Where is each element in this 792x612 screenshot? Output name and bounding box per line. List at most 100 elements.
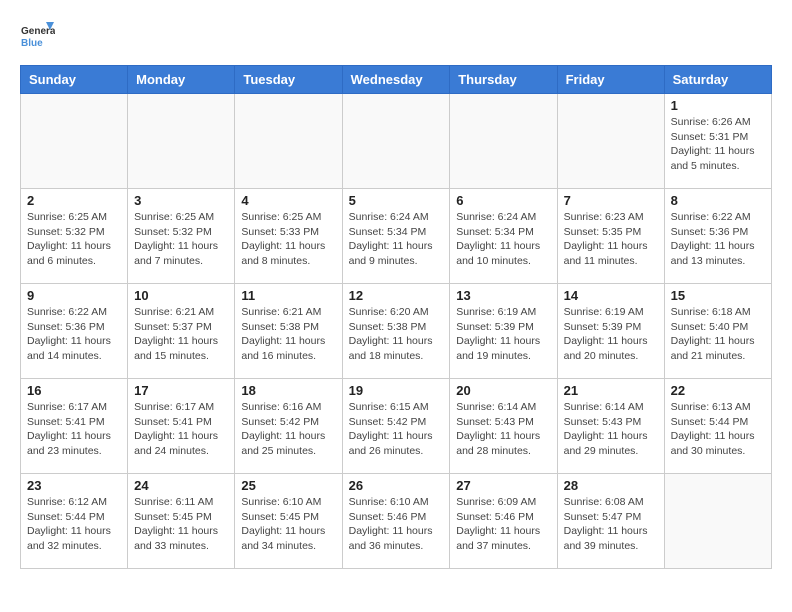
day-info: Sunrise: 6:25 AM Sunset: 5:32 PM Dayligh…	[27, 210, 121, 269]
day-info: Sunrise: 6:24 AM Sunset: 5:34 PM Dayligh…	[456, 210, 550, 269]
calendar-cell: 18Sunrise: 6:16 AM Sunset: 5:42 PM Dayli…	[235, 379, 342, 474]
day-number: 8	[671, 193, 765, 208]
day-info: Sunrise: 6:21 AM Sunset: 5:38 PM Dayligh…	[241, 305, 335, 364]
week-row-3: 9Sunrise: 6:22 AM Sunset: 5:36 PM Daylig…	[21, 284, 772, 379]
day-info: Sunrise: 6:22 AM Sunset: 5:36 PM Dayligh…	[27, 305, 121, 364]
week-row-1: 1 Sunrise: 6:26 AM Sunset: 5:31 PM Daylig…	[21, 94, 772, 189]
calendar-cell: 7 Sunrise: 6:23 AM Sunset: 5:35 PM Daylig…	[557, 189, 664, 284]
day-number: 25	[241, 478, 335, 493]
day-info: Sunrise: 6:10 AM Sunset: 5:45 PM Dayligh…	[241, 495, 335, 554]
day-info: Sunrise: 6:12 AM Sunset: 5:44 PM Dayligh…	[27, 495, 121, 554]
calendar-cell: 27Sunrise: 6:09 AM Sunset: 5:46 PM Dayli…	[450, 474, 557, 569]
day-info: Sunrise: 6:22 AM Sunset: 5:36 PM Dayligh…	[671, 210, 765, 269]
logo-svg: General Blue	[20, 20, 55, 55]
day-info: Sunrise: 6:23 AM Sunset: 5:35 PM Dayligh…	[564, 210, 658, 269]
day-number: 2	[27, 193, 121, 208]
day-info: Sunrise: 6:21 AM Sunset: 5:37 PM Dayligh…	[134, 305, 228, 364]
day-header-sunday: Sunday	[21, 66, 128, 94]
day-info: Sunrise: 6:13 AM Sunset: 5:44 PM Dayligh…	[671, 400, 765, 459]
day-info: Sunrise: 6:19 AM Sunset: 5:39 PM Dayligh…	[456, 305, 550, 364]
calendar-cell: 16 Sunrise: 6:17 AM Sunset: 5:41 PM Dayli…	[21, 379, 128, 474]
day-number: 12	[349, 288, 444, 303]
day-number: 17	[134, 383, 228, 398]
page-header: General Blue	[20, 20, 772, 55]
calendar-cell: 25 Sunrise: 6:10 AM Sunset: 5:45 PM Dayli…	[235, 474, 342, 569]
calendar-cell: 17 Sunrise: 6:17 AM Sunset: 5:41 PM Dayli…	[128, 379, 235, 474]
day-info: Sunrise: 6:24 AM Sunset: 5:34 PM Dayligh…	[349, 210, 444, 269]
day-number: 4	[241, 193, 335, 208]
calendar-cell: 2 Sunrise: 6:25 AM Sunset: 5:32 PM Daylig…	[21, 189, 128, 284]
week-row-4: 16 Sunrise: 6:17 AM Sunset: 5:41 PM Dayli…	[21, 379, 772, 474]
day-number: 1	[671, 98, 765, 113]
calendar-cell	[450, 94, 557, 189]
week-row-5: 23 Sunrise: 6:12 AM Sunset: 5:44 PM Dayli…	[21, 474, 772, 569]
day-number: 10	[134, 288, 228, 303]
day-number: 7	[564, 193, 658, 208]
calendar-header-row: SundayMondayTuesdayWednesdayThursdayFrid…	[21, 66, 772, 94]
day-info: Sunrise: 6:17 AM Sunset: 5:41 PM Dayligh…	[27, 400, 121, 459]
day-number: 28	[564, 478, 658, 493]
day-header-friday: Friday	[557, 66, 664, 94]
day-info: Sunrise: 6:18 AM Sunset: 5:40 PM Dayligh…	[671, 305, 765, 364]
day-header-tuesday: Tuesday	[235, 66, 342, 94]
day-number: 16	[27, 383, 121, 398]
day-number: 18	[241, 383, 335, 398]
day-info: Sunrise: 6:19 AM Sunset: 5:39 PM Dayligh…	[564, 305, 658, 364]
day-number: 19	[349, 383, 444, 398]
day-info: Sunrise: 6:17 AM Sunset: 5:41 PM Dayligh…	[134, 400, 228, 459]
calendar-cell: 13 Sunrise: 6:19 AM Sunset: 5:39 PM Dayli…	[450, 284, 557, 379]
calendar-cell: 26 Sunrise: 6:10 AM Sunset: 5:46 PM Dayli…	[342, 474, 450, 569]
day-info: Sunrise: 6:14 AM Sunset: 5:43 PM Dayligh…	[564, 400, 658, 459]
calendar-cell: 9Sunrise: 6:22 AM Sunset: 5:36 PM Daylig…	[21, 284, 128, 379]
day-info: Sunrise: 6:15 AM Sunset: 5:42 PM Dayligh…	[349, 400, 444, 459]
calendar-cell	[128, 94, 235, 189]
day-number: 5	[349, 193, 444, 208]
day-header-monday: Monday	[128, 66, 235, 94]
calendar-cell: 12 Sunrise: 6:20 AM Sunset: 5:38 PM Dayli…	[342, 284, 450, 379]
day-number: 23	[27, 478, 121, 493]
svg-text:Blue: Blue	[21, 38, 43, 49]
day-info: Sunrise: 6:20 AM Sunset: 5:38 PM Dayligh…	[349, 305, 444, 364]
day-number: 24	[134, 478, 228, 493]
logo-icon: General Blue	[20, 20, 55, 55]
day-number: 6	[456, 193, 550, 208]
day-number: 20	[456, 383, 550, 398]
calendar-cell: 24 Sunrise: 6:11 AM Sunset: 5:45 PM Dayli…	[128, 474, 235, 569]
calendar-cell	[664, 474, 771, 569]
day-number: 11	[241, 288, 335, 303]
calendar-cell: 20Sunrise: 6:14 AM Sunset: 5:43 PM Dayli…	[450, 379, 557, 474]
calendar-cell: 4 Sunrise: 6:25 AM Sunset: 5:33 PM Daylig…	[235, 189, 342, 284]
day-info: Sunrise: 6:25 AM Sunset: 5:32 PM Dayligh…	[134, 210, 228, 269]
calendar-cell: 14 Sunrise: 6:19 AM Sunset: 5:39 PM Dayli…	[557, 284, 664, 379]
calendar-cell	[21, 94, 128, 189]
day-number: 3	[134, 193, 228, 208]
calendar-cell: 5 Sunrise: 6:24 AM Sunset: 5:34 PM Daylig…	[342, 189, 450, 284]
calendar-cell: 1 Sunrise: 6:26 AM Sunset: 5:31 PM Daylig…	[664, 94, 771, 189]
day-number: 26	[349, 478, 444, 493]
calendar-cell: 15 Sunrise: 6:18 AM Sunset: 5:40 PM Dayli…	[664, 284, 771, 379]
day-info: Sunrise: 6:10 AM Sunset: 5:46 PM Dayligh…	[349, 495, 444, 554]
calendar-cell: 11 Sunrise: 6:21 AM Sunset: 5:38 PM Dayli…	[235, 284, 342, 379]
day-number: 15	[671, 288, 765, 303]
day-number: 14	[564, 288, 658, 303]
day-number: 27	[456, 478, 550, 493]
calendar-cell: 3 Sunrise: 6:25 AM Sunset: 5:32 PM Daylig…	[128, 189, 235, 284]
calendar-table: SundayMondayTuesdayWednesdayThursdayFrid…	[20, 65, 772, 569]
day-info: Sunrise: 6:11 AM Sunset: 5:45 PM Dayligh…	[134, 495, 228, 554]
day-info: Sunrise: 6:25 AM Sunset: 5:33 PM Dayligh…	[241, 210, 335, 269]
day-header-wednesday: Wednesday	[342, 66, 450, 94]
calendar-cell	[557, 94, 664, 189]
calendar-cell: 28 Sunrise: 6:08 AM Sunset: 5:47 PM Dayli…	[557, 474, 664, 569]
calendar-cell: 6 Sunrise: 6:24 AM Sunset: 5:34 PM Daylig…	[450, 189, 557, 284]
day-info: Sunrise: 6:26 AM Sunset: 5:31 PM Dayligh…	[671, 115, 765, 174]
calendar-cell: 8 Sunrise: 6:22 AM Sunset: 5:36 PM Daylig…	[664, 189, 771, 284]
week-row-2: 2 Sunrise: 6:25 AM Sunset: 5:32 PM Daylig…	[21, 189, 772, 284]
calendar-cell	[235, 94, 342, 189]
calendar-cell: 22Sunrise: 6:13 AM Sunset: 5:44 PM Dayli…	[664, 379, 771, 474]
calendar-cell: 23 Sunrise: 6:12 AM Sunset: 5:44 PM Dayli…	[21, 474, 128, 569]
day-number: 13	[456, 288, 550, 303]
day-header-saturday: Saturday	[664, 66, 771, 94]
calendar-cell	[342, 94, 450, 189]
day-info: Sunrise: 6:08 AM Sunset: 5:47 PM Dayligh…	[564, 495, 658, 554]
day-number: 21	[564, 383, 658, 398]
